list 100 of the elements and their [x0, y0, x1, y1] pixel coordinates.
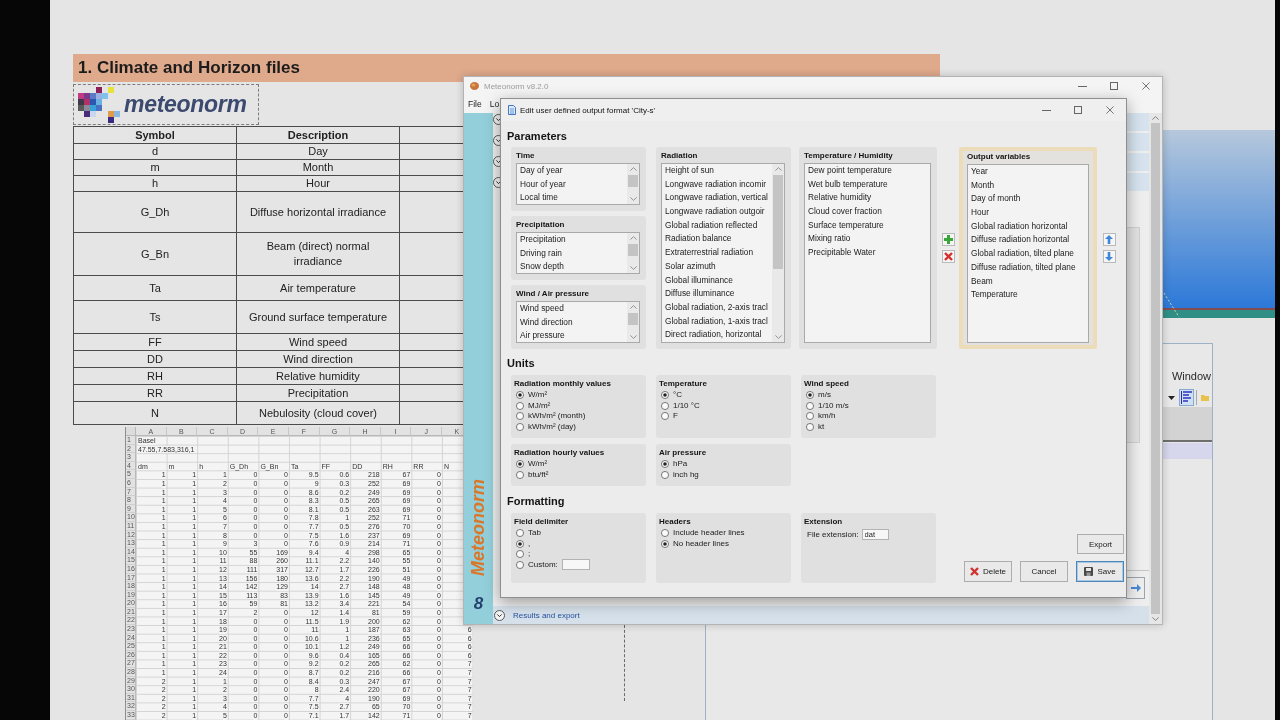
chevron-up-icon[interactable] [1152, 116, 1159, 120]
export-button[interactable]: Export [1077, 534, 1124, 554]
option-label[interactable]: No header lines [673, 538, 730, 549]
chevron-down-icon[interactable] [629, 266, 637, 270]
radio-button[interactable] [516, 539, 524, 548]
option-label[interactable]: Tab [528, 528, 541, 539]
radio-button[interactable] [661, 412, 669, 421]
radio-button[interactable] [661, 401, 669, 410]
option-label[interactable]: hPa [673, 459, 688, 470]
list-box[interactable]: Year Month Day of month Hour Global radiation horizontal Diffuse radiation horizontal Global radiation, tilted plane Diffuse radiation, tilted plane Beam Temperature [967, 164, 1089, 343]
list-item[interactable]: Global radiation, tilted plane [971, 247, 1074, 261]
list-item[interactable]: Year [971, 165, 988, 179]
list-item[interactable]: Direct radiation, horizontal [665, 328, 762, 342]
dialog-button[interactable]: Delete [964, 561, 1012, 582]
option-label[interactable]: m/s [818, 390, 831, 401]
radio-button[interactable] [516, 470, 524, 479]
list-item[interactable]: Surface temperature [808, 218, 884, 233]
list-box[interactable]: Day of year Hour of year Local time [516, 163, 640, 205]
menu-item[interactable]: Lo [485, 99, 504, 109]
radio-button[interactable] [661, 529, 669, 538]
scrollbar-thumb[interactable] [773, 175, 783, 269]
option-label[interactable]: kWh/m² (day) [528, 421, 576, 432]
option-label[interactable]: kWh/m² (month) [528, 411, 586, 422]
option-label[interactable]: km/h [818, 411, 836, 422]
list-item[interactable]: Diffuse radiation, tilted plane [971, 260, 1076, 275]
option-label[interactable]: MJ/m² [528, 400, 551, 411]
list-item[interactable]: Local time [520, 191, 558, 204]
chevron-down-icon[interactable] [629, 197, 637, 201]
circled-chevron-icon[interactable] [494, 609, 505, 621]
chevron-up-icon[interactable] [774, 167, 782, 171]
list-item[interactable]: Radiation balance [665, 232, 732, 247]
list-item[interactable]: Temperature [971, 288, 1018, 302]
list-item[interactable]: Global radiation, 2-axis tracl [665, 300, 768, 315]
chevron-down-icon[interactable] [1152, 617, 1159, 621]
arrow-right-icon[interactable] [1131, 584, 1141, 592]
list-item[interactable]: Global radiation reflected [665, 218, 758, 233]
radio-button[interactable] [806, 391, 814, 400]
list-box[interactable] [661, 163, 785, 343]
list-item[interactable]: Mixing ratio [808, 232, 851, 247]
list-item[interactable]: Wind direction [520, 315, 573, 330]
cross-icon[interactable] [969, 567, 979, 576]
list-item[interactable]: Diffuse radiation horizontal [971, 233, 1070, 248]
list-item[interactable]: Longwave radiation incomir [665, 177, 766, 192]
radio-button[interactable] [516, 391, 524, 400]
chevron-down-icon[interactable] [629, 335, 637, 339]
radio-button[interactable] [806, 401, 814, 410]
list-item[interactable]: Day of month [971, 192, 1021, 207]
scrollbar-thumb[interactable] [628, 175, 638, 187]
chevron-down-icon[interactable] [774, 335, 782, 339]
scrollbar-thumb[interactable] [628, 313, 638, 325]
scrollbar-thumb[interactable] [1151, 123, 1160, 614]
radio-button[interactable] [661, 470, 669, 479]
radio-button[interactable] [806, 412, 814, 421]
option-label[interactable]: 1/10 m/s [818, 400, 849, 411]
option-label[interactable]: kt [818, 421, 825, 432]
radio-button[interactable] [661, 391, 669, 400]
list-item[interactable]: Longwave radiation, vertical [665, 191, 768, 206]
chevron-up-icon[interactable] [629, 236, 637, 240]
list-item[interactable]: Global radiation horizontal [971, 219, 1068, 234]
list-item[interactable]: Month [971, 178, 995, 193]
option-label[interactable]: °C [673, 390, 682, 401]
option-label[interactable]: W/m² [528, 390, 548, 401]
list-item[interactable]: Wind speed [520, 302, 564, 316]
list-item[interactable]: Cloud cover fraction [808, 205, 882, 219]
option-label[interactable]: Include header lines [673, 528, 745, 539]
chevron-up-icon[interactable] [629, 305, 637, 309]
list-item[interactable]: Hour [971, 206, 989, 220]
list-item[interactable]: Dew point temperature [808, 164, 892, 178]
chevron-up-icon[interactable] [629, 167, 637, 171]
list-item[interactable]: Global illuminance [665, 273, 733, 288]
list-item[interactable]: Solar azimuth [665, 259, 716, 274]
option-label[interactable]: 1/10 °C [673, 400, 700, 411]
list-item[interactable]: Longwave radiation outgoir [665, 205, 765, 219]
menu-item[interactable]: Window [1171, 370, 1212, 382]
list-item[interactable]: Driving rain [520, 246, 562, 261]
menu-item[interactable]: File [464, 99, 486, 109]
list-item[interactable]: Height of sun [665, 164, 714, 178]
list-item[interactable]: Global radiation, 1-axis tracl [665, 314, 768, 329]
option-label[interactable]: btu/ft² [528, 469, 549, 480]
option-label[interactable]: W/m² [528, 459, 548, 470]
list-item[interactable]: Snow depth [520, 260, 564, 273]
toolbar-button[interactable] [1179, 389, 1194, 406]
list-item[interactable]: Hour of year [520, 177, 566, 192]
list-item[interactable]: Wet bulb temperature [808, 177, 888, 192]
option-label[interactable]: F [673, 411, 678, 422]
radio-button[interactable] [516, 412, 524, 421]
radio-button[interactable] [516, 529, 524, 538]
scrollbar-thumb[interactable] [628, 244, 638, 256]
radio-button[interactable] [661, 539, 669, 548]
list-box[interactable]: Precipitation Driving rain Snow depth [516, 232, 640, 274]
option-label[interactable]: , [528, 538, 531, 549]
radio-button[interactable] [661, 460, 669, 469]
list-box[interactable]: Wind speed Wind direction Air pressure [516, 301, 640, 343]
list-box[interactable]: Dew point temperature Wet bulb temperature Relative humidity Cloud cover fraction Surface temperature Mixing ratio Precipitable Water [804, 163, 931, 343]
custom-delimiter-field[interactable] [561, 559, 590, 571]
radio-button[interactable] [516, 422, 524, 431]
option-label[interactable]: Custom: [528, 559, 558, 570]
dialog-button[interactable]: Save [1076, 561, 1124, 582]
list-item[interactable]: Extraterrestrial radiation [665, 246, 754, 260]
dialog-button[interactable]: Cancel [1020, 561, 1068, 582]
